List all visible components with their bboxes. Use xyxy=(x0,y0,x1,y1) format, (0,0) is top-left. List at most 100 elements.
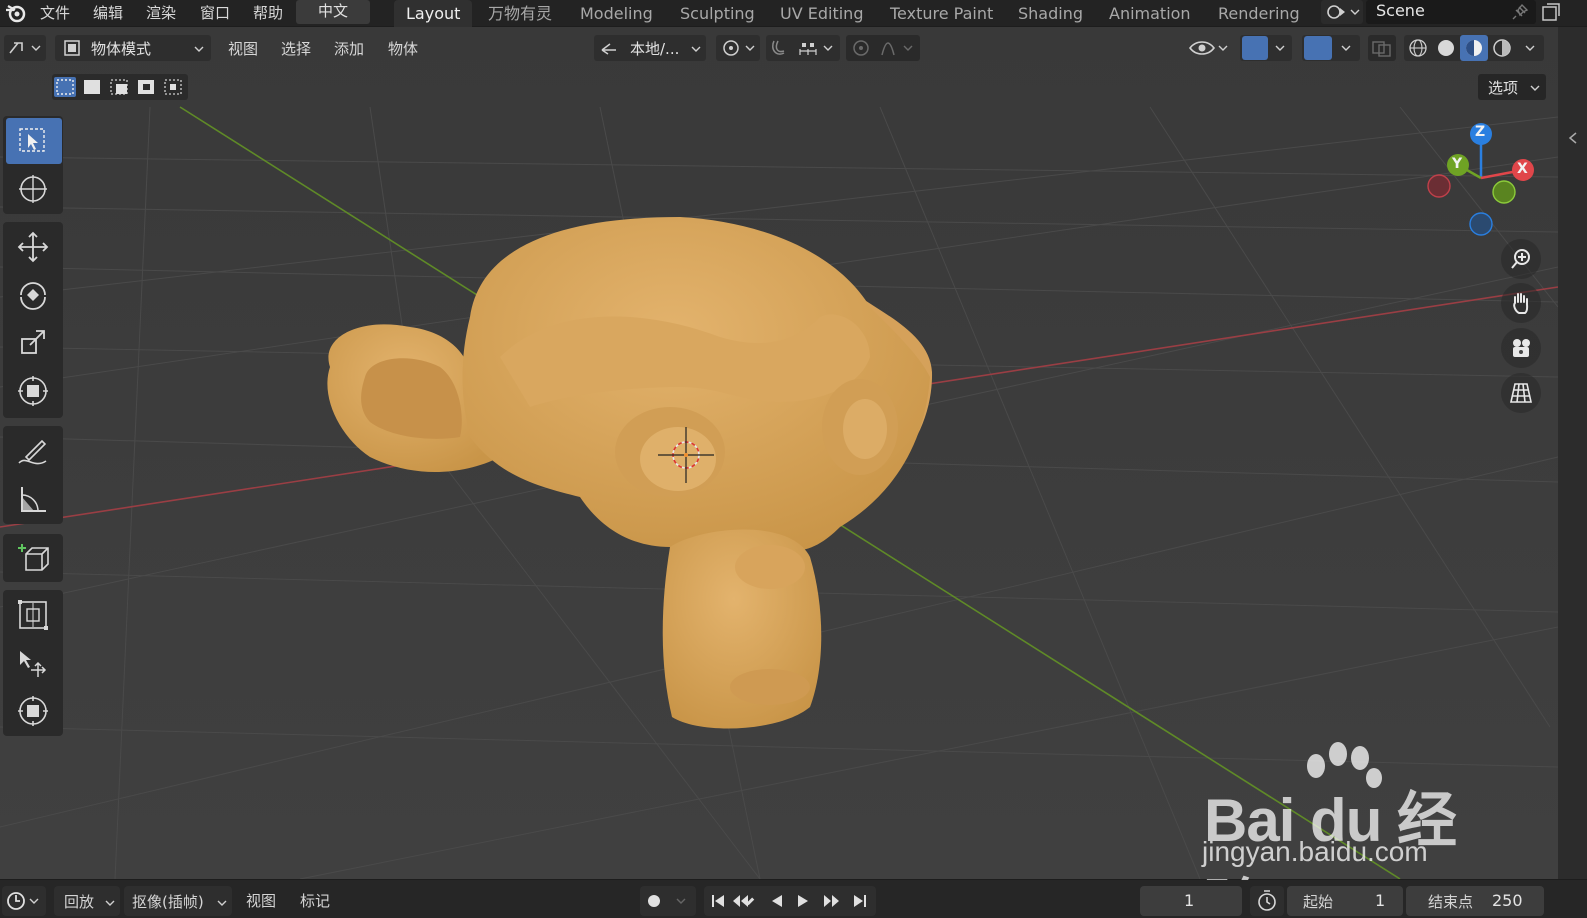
material-shading-button[interactable] xyxy=(1460,35,1488,61)
tab-layout[interactable]: Layout xyxy=(394,0,473,28)
overlays-active-bg xyxy=(1304,36,1332,60)
transform-orientation-dropdown[interactable]: 本地/... xyxy=(594,35,706,61)
end-frame-field[interactable]: 结束点 250 xyxy=(1406,886,1544,916)
scene-selector-button[interactable] xyxy=(1321,0,1363,24)
eye-icon xyxy=(1188,41,1228,55)
gizmo-y-label: Y xyxy=(1452,156,1463,172)
xray-button[interactable] xyxy=(1368,35,1396,61)
menu-file[interactable]: 文件 xyxy=(40,2,70,23)
mode-label: 物体模式 xyxy=(91,40,152,58)
select-new-button[interactable] xyxy=(54,77,76,97)
tool-select-box[interactable] xyxy=(6,118,62,164)
toolbar-group-annotate xyxy=(3,426,63,524)
start-frame-field[interactable]: 起始 1 xyxy=(1287,886,1403,916)
tool-transform[interactable] xyxy=(6,368,62,414)
playback-dropdown[interactable]: 回放 xyxy=(54,886,120,916)
shading-mode-group xyxy=(1404,35,1544,61)
proportional-edit-button[interactable] xyxy=(846,35,920,61)
language-button[interactable]: 中文 xyxy=(296,0,370,24)
tool-annotate[interactable] xyxy=(6,428,62,474)
timeline-editor-type-button[interactable] xyxy=(2,886,46,916)
gizmo-toggle-button[interactable] xyxy=(1240,35,1292,61)
tab-shading[interactable]: Shading xyxy=(1006,0,1095,28)
mode-dropdown[interactable]: 物体模式 xyxy=(55,35,211,61)
timeline-markers-menu[interactable]: 标记 xyxy=(300,890,330,911)
select-invert-button[interactable] xyxy=(135,77,157,97)
wireframe-shading-icon[interactable] xyxy=(1404,35,1432,61)
menu-window[interactable]: 窗口 xyxy=(200,2,230,23)
snapping-button[interactable] xyxy=(766,35,840,61)
tool-shrink[interactable] xyxy=(6,640,62,686)
perspective-toggle-button[interactable] xyxy=(1501,373,1541,413)
scene-name: Scene xyxy=(1376,1,1425,20)
select-intersect-icon xyxy=(164,79,182,95)
menu-edit[interactable]: 编辑 xyxy=(93,2,123,23)
editor-type-button[interactable] xyxy=(4,35,46,61)
timeline-header: 回放 抠像(插帧) 视图 标记 1 起始 1 结束点 250 xyxy=(0,880,1587,918)
tab-rendering[interactable]: Rendering xyxy=(1206,0,1312,28)
visibility-button[interactable] xyxy=(1186,35,1232,61)
end-frame-value: 250 xyxy=(1492,891,1523,910)
playback-buttons-icon xyxy=(712,895,866,907)
new-scene-icon[interactable] xyxy=(1540,1,1562,23)
preview-range-button[interactable] xyxy=(1250,886,1284,916)
baidu-watermark: Bai du 经验 jingyan.baidu.com xyxy=(1200,740,1500,918)
rendered-shading-icon[interactable] xyxy=(1488,35,1516,61)
select-extend-button[interactable] xyxy=(81,77,103,97)
solid-shading-icon[interactable] xyxy=(1432,35,1460,61)
pan-button[interactable] xyxy=(1501,283,1541,323)
tab-modeling[interactable]: Modeling xyxy=(568,0,665,28)
chevron-down-icon xyxy=(217,900,227,906)
tab-sculpting[interactable]: Sculpting xyxy=(668,0,767,28)
pivot-icon xyxy=(723,40,755,56)
chevron-down-icon xyxy=(691,46,701,52)
chevron-down-icon[interactable] xyxy=(1522,35,1542,61)
tool-cursor[interactable] xyxy=(6,166,62,212)
menu-view[interactable]: 视图 xyxy=(228,38,258,59)
pivot-point-button[interactable] xyxy=(716,35,760,61)
tool-add-cube[interactable] xyxy=(6,535,62,581)
hand-icon xyxy=(1513,293,1529,314)
pin-icon[interactable] xyxy=(1510,2,1530,22)
auto-keying-button[interactable] xyxy=(640,886,696,916)
tool-transform-alt[interactable] xyxy=(6,688,62,734)
snap-icon xyxy=(772,40,833,55)
tool-measure[interactable] xyxy=(6,476,62,522)
tab-texture-paint[interactable]: Texture Paint xyxy=(878,0,1005,28)
menu-object[interactable]: 物体 xyxy=(388,38,418,59)
tab-wanwu-youling[interactable]: 万物有灵 xyxy=(476,0,564,28)
tool-scale-cage[interactable] xyxy=(6,592,62,638)
transform-alt-icon xyxy=(18,696,48,726)
menu-render[interactable]: 渲染 xyxy=(146,2,176,23)
menu-add[interactable]: 添加 xyxy=(334,38,364,59)
tab-uv-editing[interactable]: UV Editing xyxy=(768,0,875,28)
tool-move[interactable] xyxy=(6,224,62,270)
select-intersect-button[interactable] xyxy=(162,77,184,97)
suzanne-monkey-mesh[interactable] xyxy=(300,187,960,747)
orientation-label: 本地/... xyxy=(630,40,680,58)
select-invert-icon xyxy=(138,80,154,94)
annotate-icon xyxy=(18,439,47,465)
current-frame-field[interactable]: 1 xyxy=(1140,886,1242,916)
blender-logo-icon[interactable] xyxy=(4,1,28,25)
gizmo-active-bg xyxy=(1242,36,1268,60)
overlays-button[interactable] xyxy=(1302,35,1360,61)
options-dropdown[interactable]: 选项 xyxy=(1478,74,1546,100)
keying-dropdown[interactable]: 抠像(插帧) xyxy=(124,886,232,916)
object-mode-icon xyxy=(64,40,80,56)
tab-animation[interactable]: Animation xyxy=(1097,0,1203,28)
menu-help[interactable]: 帮助 xyxy=(253,2,283,23)
zoom-button[interactable] xyxy=(1501,239,1541,279)
sidebar-collapse-strip[interactable] xyxy=(1558,27,1587,879)
keying-label: 抠像(插帧) xyxy=(132,893,204,911)
camera-view-button[interactable] xyxy=(1501,328,1541,368)
tool-rotate[interactable] xyxy=(6,272,62,318)
options-label: 选项 xyxy=(1488,79,1519,97)
stopwatch-icon xyxy=(1258,890,1276,911)
timeline-view-menu[interactable]: 视图 xyxy=(246,890,276,911)
tool-scale[interactable] xyxy=(6,320,62,366)
select-subtract-button[interactable] xyxy=(108,77,130,97)
toolbar-group-add xyxy=(3,534,63,582)
menu-select[interactable]: 选择 xyxy=(281,38,311,59)
rotate-icon xyxy=(20,282,46,310)
